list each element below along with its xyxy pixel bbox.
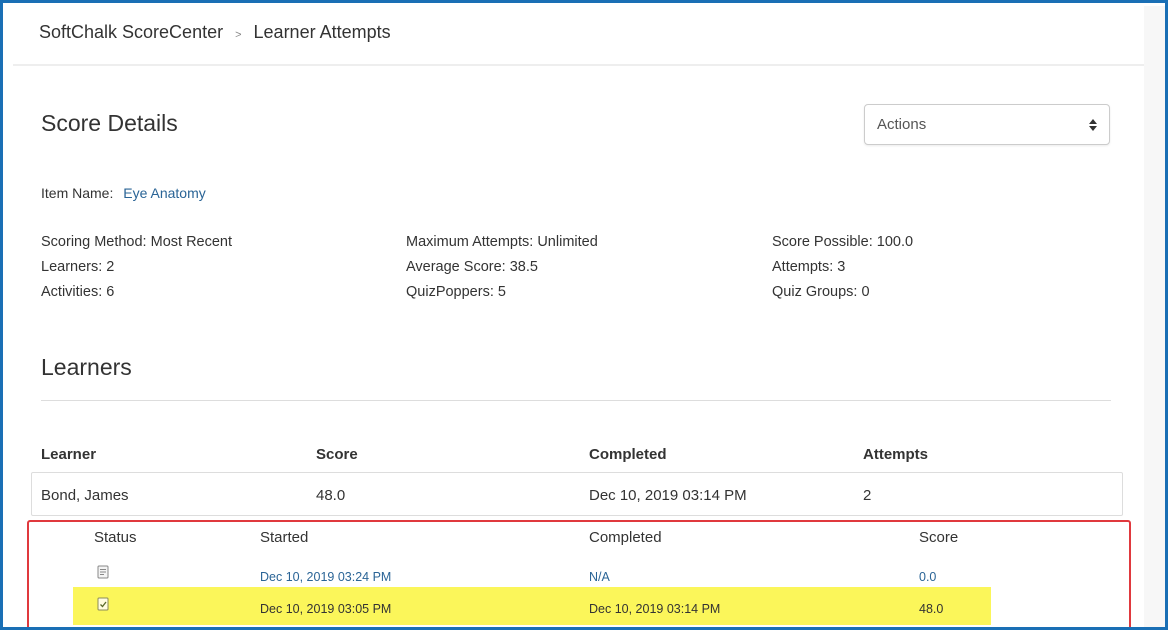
item-name: Item Name: Eye Anatomy xyxy=(41,185,206,201)
page-title: Score Details xyxy=(41,110,178,136)
quiz-groups-count: Quiz Groups: 0 xyxy=(772,284,870,300)
learners-divider xyxy=(41,400,1111,401)
page-gutter xyxy=(1144,6,1165,627)
attempts-detail-callout xyxy=(27,520,1131,627)
breadcrumb: SoftChalk ScoreCenter > Learner Attempts xyxy=(39,22,391,43)
page: SoftChalk ScoreCenter > Learner Attempts… xyxy=(13,6,1144,627)
learners-count: Learners: 2 xyxy=(41,259,115,275)
breadcrumb-current: Learner Attempts xyxy=(253,22,391,42)
header-divider xyxy=(13,64,1144,66)
column-header-score[interactable]: Score xyxy=(316,446,358,463)
learner-completed: Dec 10, 2019 03:14 PM xyxy=(589,487,747,504)
attempts-count: Attempts: 3 xyxy=(772,259,846,275)
attempt-1-completed[interactable]: N/A xyxy=(589,570,610,584)
learner-attempts: 2 xyxy=(863,487,872,504)
attempt-header-status: Status xyxy=(94,529,137,546)
select-arrows-icon xyxy=(1089,118,1097,131)
attempt-2-started[interactable]: Dec 10, 2019 03:05 PM xyxy=(260,602,391,616)
learners-heading: Learners xyxy=(41,354,132,380)
attempt-2-completed[interactable]: Dec 10, 2019 03:14 PM xyxy=(589,602,720,616)
column-header-learner[interactable]: Learner xyxy=(41,446,96,463)
average-score: Average Score: 38.5 xyxy=(406,259,538,275)
learner-score: 48.0 xyxy=(316,487,346,504)
actions-select[interactable]: Actions xyxy=(864,104,1110,145)
breadcrumb-root-link[interactable]: SoftChalk ScoreCenter xyxy=(39,22,223,43)
item-name-label: Item Name: xyxy=(41,185,114,201)
breadcrumb-separator: > xyxy=(235,28,242,41)
in-progress-document-icon[interactable] xyxy=(97,565,109,579)
attempt-header-score: Score xyxy=(919,529,959,546)
actions-select-value: Actions xyxy=(877,116,927,133)
learner-row[interactable] xyxy=(31,472,1123,516)
attempt-2-score[interactable]: 48.0 xyxy=(919,602,943,616)
column-header-attempts[interactable]: Attempts xyxy=(863,446,928,463)
quizpoppers-count: QuizPoppers: 5 xyxy=(406,284,506,300)
learner-name: Bond, James xyxy=(41,487,129,504)
attempt-header-started: Started xyxy=(260,529,309,546)
attempt-1-started[interactable]: Dec 10, 2019 03:24 PM xyxy=(260,570,391,584)
completed-check-icon[interactable] xyxy=(97,597,109,611)
maximum-attempts: Maximum Attempts: Unlimited xyxy=(406,234,598,250)
column-header-completed[interactable]: Completed xyxy=(589,446,667,463)
scoring-method: Scoring Method: Most Recent xyxy=(41,234,233,250)
attempt-1-score[interactable]: 0.0 xyxy=(919,570,936,584)
activities-count: Activities: 6 xyxy=(41,284,115,300)
item-name-link[interactable]: Eye Anatomy xyxy=(123,185,206,201)
attempt-header-completed: Completed xyxy=(589,529,662,546)
score-possible: Score Possible: 100.0 xyxy=(772,234,914,250)
screenshot-frame: SoftChalk ScoreCenter > Learner Attempts… xyxy=(0,0,1168,630)
